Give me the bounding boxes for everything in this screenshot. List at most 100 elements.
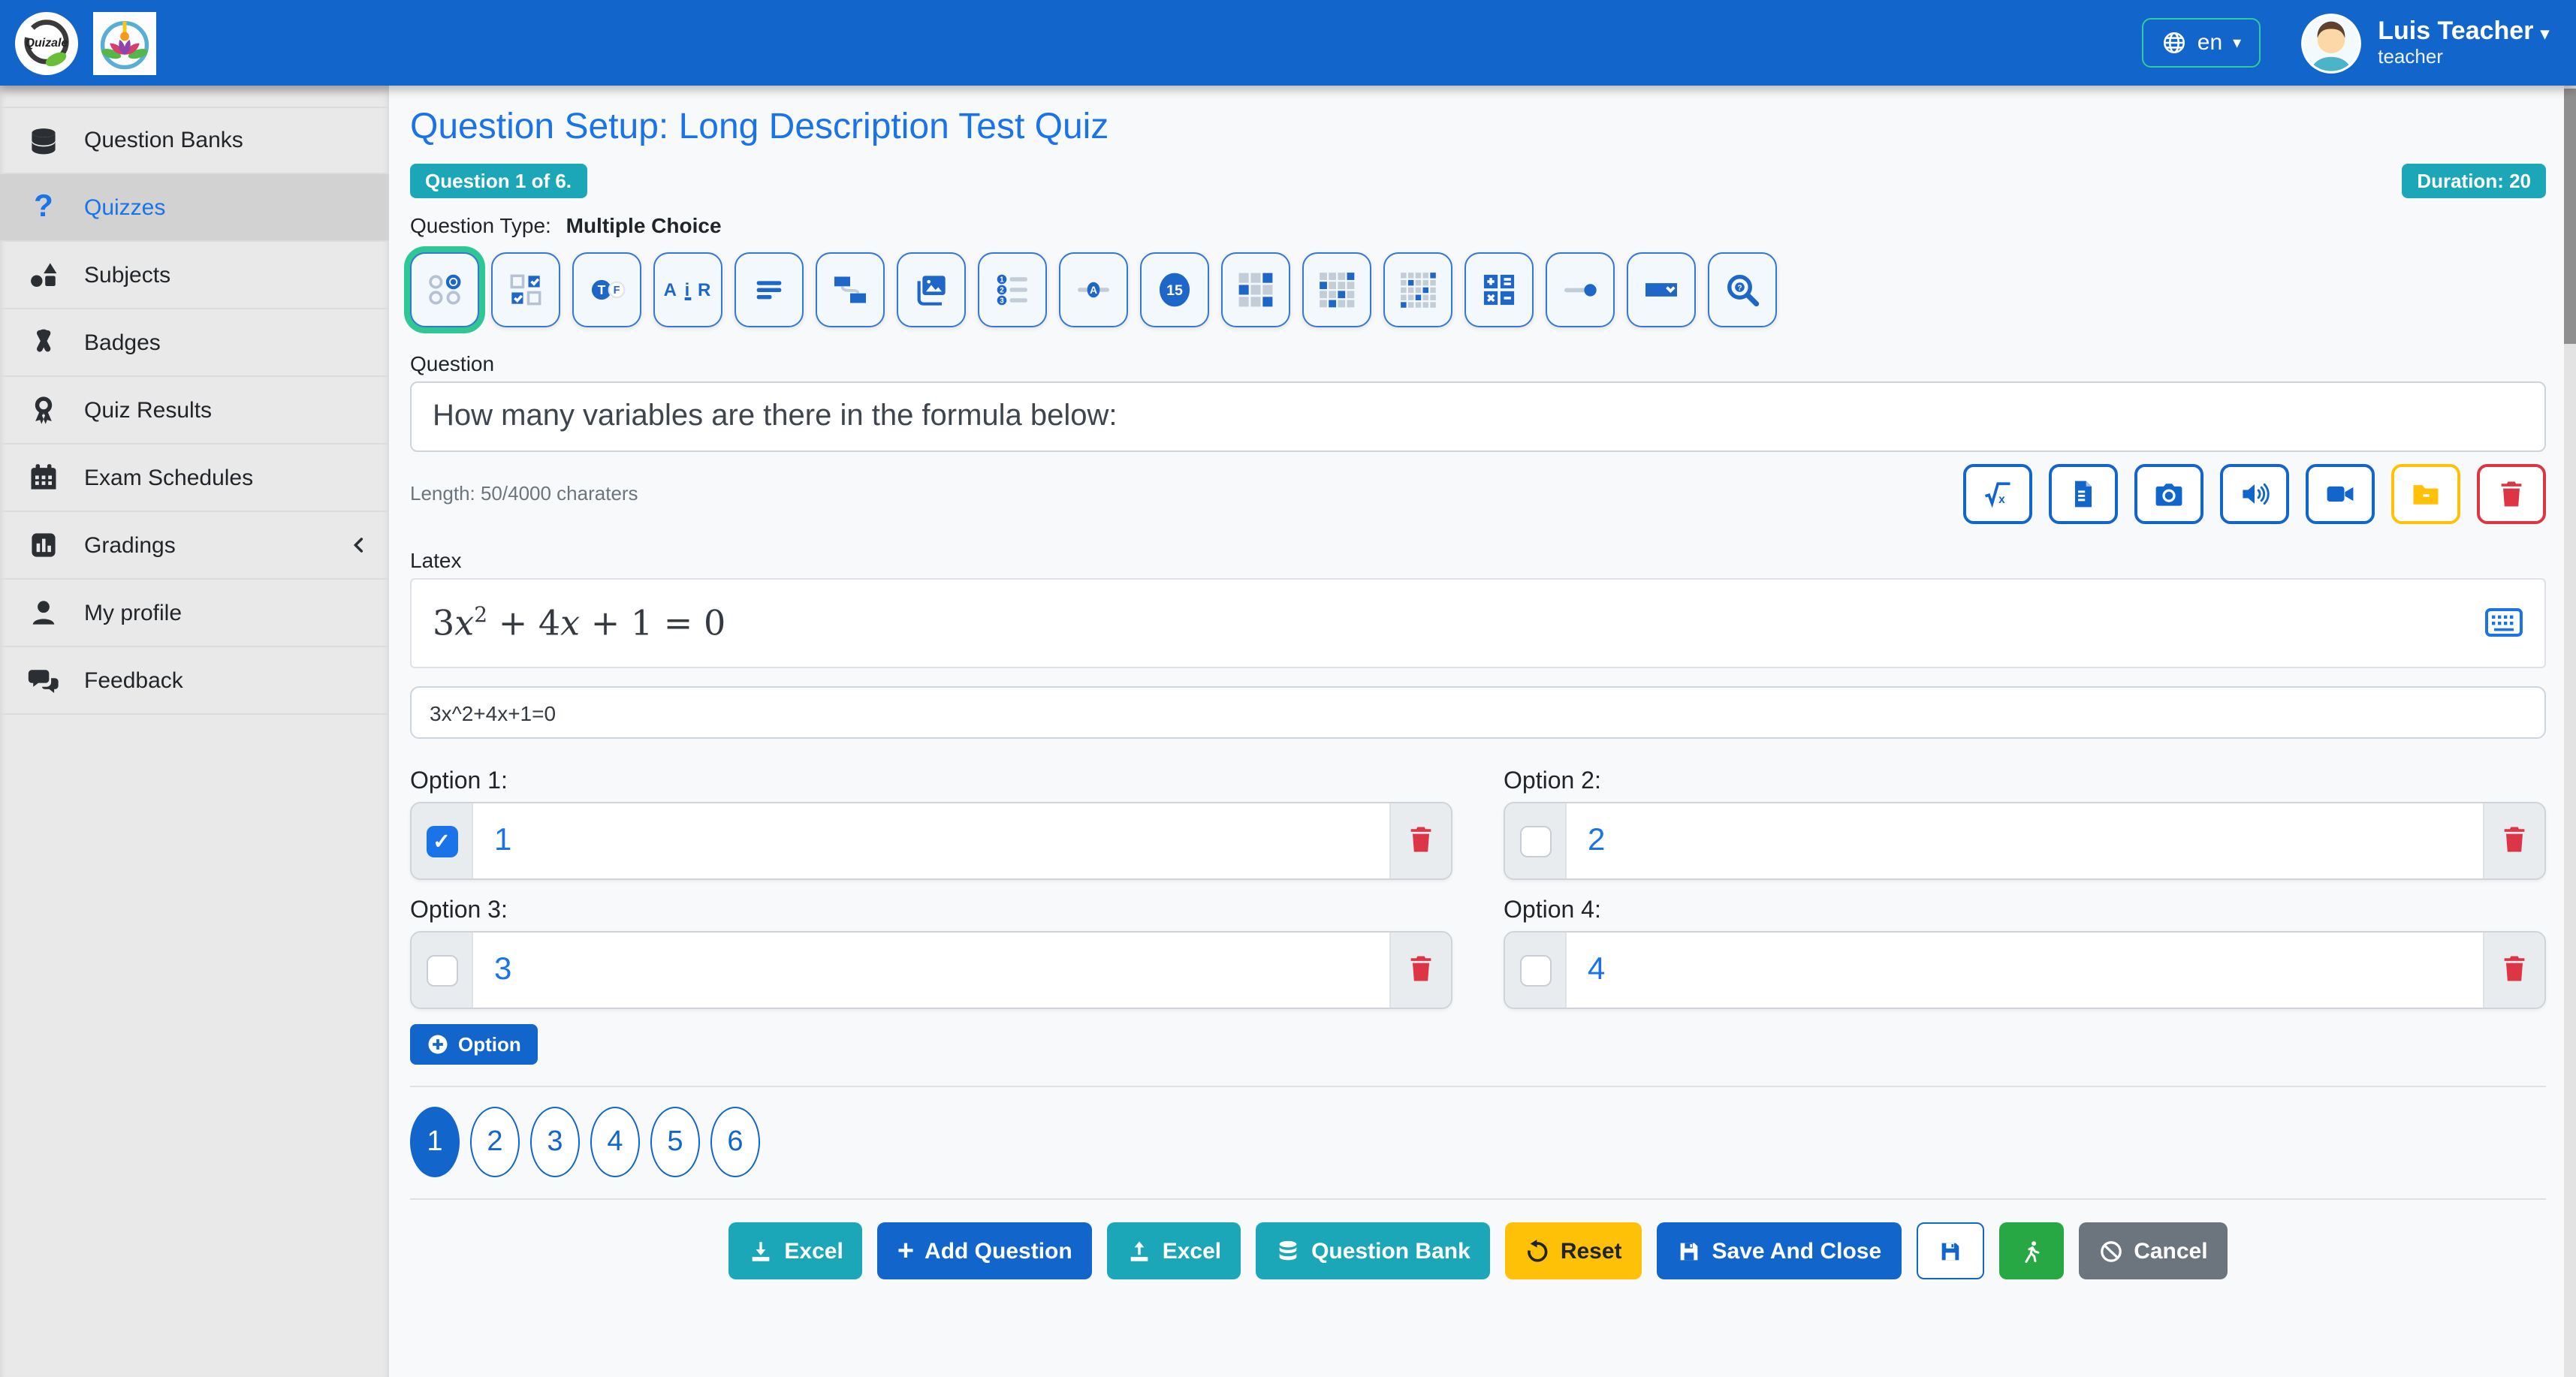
scrollbar-thumb[interactable] bbox=[2564, 89, 2576, 344]
option-label: Option 1: bbox=[410, 769, 1452, 796]
option-correct-checkbox[interactable] bbox=[1519, 954, 1551, 986]
download-icon bbox=[748, 1238, 774, 1264]
quizale-logo[interactable]: Quizale bbox=[15, 11, 78, 74]
type-search-question-button[interactable]: ? bbox=[1708, 252, 1777, 327]
type-multi-select-checkbox-button[interactable] bbox=[491, 252, 560, 327]
type-numeric-button[interactable]: 15 bbox=[1140, 252, 1209, 327]
option-value-input[interactable] bbox=[473, 952, 1389, 988]
option-value-input[interactable] bbox=[1567, 952, 2483, 988]
sidebar-item-badges[interactable]: Badges bbox=[0, 309, 389, 377]
user-role: teacher bbox=[2378, 47, 2549, 69]
type-matching-button[interactable] bbox=[816, 252, 885, 327]
option-correct-checkbox[interactable] bbox=[426, 954, 457, 986]
chevron-left-icon[interactable] bbox=[347, 533, 371, 557]
svg-text:?: ? bbox=[1737, 285, 1742, 293]
type-image-question-button[interactable] bbox=[897, 252, 966, 327]
type-slider-button[interactable] bbox=[1546, 252, 1615, 327]
delete-option-button[interactable] bbox=[2498, 952, 2531, 988]
option-correct-checkbox[interactable]: ✓ bbox=[426, 825, 457, 857]
length-counter: Length: 50/4000 charaters bbox=[410, 464, 638, 505]
delete-question-button[interactable] bbox=[2477, 464, 2546, 524]
video-camera-icon bbox=[2324, 478, 2357, 511]
scrollbar[interactable] bbox=[2564, 86, 2576, 1377]
page-button-1[interactable]: 1 bbox=[410, 1107, 460, 1177]
document-button[interactable] bbox=[2049, 464, 2118, 524]
folder-icon bbox=[2409, 478, 2442, 511]
sidebar-item-quizzes[interactable]: ? Quizzes bbox=[0, 174, 389, 242]
question-input[interactable] bbox=[410, 381, 2546, 452]
question-pagination: 1 2 3 4 5 6 bbox=[410, 1107, 2546, 1177]
delete-option-button[interactable] bbox=[2498, 823, 2531, 859]
cancel-button[interactable]: Cancel bbox=[2078, 1222, 2227, 1279]
sidebar-item-my-profile[interactable]: My profile bbox=[0, 580, 389, 647]
sidebar-item-quiz-results[interactable]: Quiz Results bbox=[0, 377, 389, 444]
svg-text:3: 3 bbox=[1000, 297, 1004, 306]
language-selector[interactable]: en ▾ bbox=[2142, 18, 2261, 68]
true-false-icon: TF bbox=[586, 269, 628, 311]
sidebar-item-feedback[interactable]: Feedback bbox=[0, 647, 389, 715]
math-formula-button[interactable]: x bbox=[1963, 464, 2032, 524]
reset-button[interactable]: Reset bbox=[1505, 1222, 1642, 1279]
type-fill-in-blank-button[interactable]: A i R bbox=[653, 252, 722, 327]
type-true-false-button[interactable]: TF bbox=[572, 252, 641, 327]
sidebar-item-exam-schedules[interactable]: Exam Schedules bbox=[0, 444, 389, 512]
question-type-picker: TF A i R 123 A 15 ? bbox=[410, 252, 2546, 327]
save-and-close-button[interactable]: Save And Close bbox=[1657, 1222, 1902, 1279]
type-essay-button[interactable] bbox=[734, 252, 804, 327]
type-slider-label-button[interactable]: A bbox=[1059, 252, 1128, 327]
camera-button[interactable] bbox=[2134, 464, 2203, 524]
type-math-operations-button[interactable] bbox=[1464, 252, 1534, 327]
excel-upload-button[interactable]: Excel bbox=[1107, 1222, 1241, 1279]
keyboard-icon[interactable] bbox=[2484, 607, 2523, 640]
excel-download-button[interactable]: Excel bbox=[728, 1222, 862, 1279]
save-button[interactable] bbox=[1916, 1222, 1983, 1279]
page-button-4[interactable]: 4 bbox=[590, 1107, 640, 1177]
add-question-button[interactable]: + Add Question bbox=[878, 1222, 1092, 1279]
folder-button[interactable] bbox=[2391, 464, 2460, 524]
audio-button[interactable] bbox=[2220, 464, 2289, 524]
user-menu[interactable]: Luis Teacher ▾ teacher bbox=[2378, 17, 2549, 69]
sidebar-item-question-banks[interactable]: Question Banks bbox=[0, 107, 389, 174]
slider-icon bbox=[1559, 269, 1601, 311]
question-bank-button[interactable]: Question Bank bbox=[1256, 1222, 1490, 1279]
type-dropdown-button[interactable] bbox=[1627, 252, 1696, 327]
language-code: en bbox=[2197, 30, 2222, 56]
delete-option-button[interactable] bbox=[1404, 823, 1437, 859]
sidebar-item-label: Quiz Results bbox=[84, 397, 212, 423]
page-button-2[interactable]: 2 bbox=[470, 1107, 520, 1177]
latex-label: Latex bbox=[410, 548, 2546, 572]
run-preview-button[interactable] bbox=[1998, 1222, 2063, 1279]
avatar[interactable] bbox=[2300, 11, 2363, 74]
sidebar-item-label: My profile bbox=[84, 600, 182, 625]
ribbon-icon bbox=[27, 326, 60, 359]
page-button-6[interactable]: 6 bbox=[710, 1107, 760, 1177]
runner-icon bbox=[2018, 1238, 2044, 1264]
sidebar-item-label: Subjects bbox=[84, 262, 170, 288]
type-ordering-button[interactable]: 123 bbox=[978, 252, 1047, 327]
svg-text:x: x bbox=[1998, 493, 2005, 506]
sidebar-item-subjects[interactable]: Subjects bbox=[0, 242, 389, 309]
type-grid-4x4-button[interactable] bbox=[1302, 252, 1371, 327]
option-input-group bbox=[410, 931, 1452, 1009]
svg-text:1: 1 bbox=[1000, 276, 1004, 285]
option-value-input[interactable] bbox=[1567, 823, 2483, 859]
magnifier-question-icon: ? bbox=[1721, 269, 1763, 311]
option-value-input[interactable] bbox=[473, 823, 1389, 859]
sidebar-item-gradings[interactable]: Gradings bbox=[0, 512, 389, 580]
quiz-question-setup-app: Quizale en ▾ Luis Teacher ▾ teacher Ques… bbox=[0, 0, 2576, 1377]
lotus-school-logo[interactable] bbox=[93, 11, 156, 74]
page-button-5[interactable]: 5 bbox=[650, 1107, 700, 1177]
calendar-icon bbox=[27, 461, 60, 494]
type-multiple-choice-radio-button[interactable] bbox=[410, 252, 479, 327]
option-correct-checkbox[interactable] bbox=[1519, 825, 1551, 857]
video-button[interactable] bbox=[2306, 464, 2375, 524]
matching-icon bbox=[829, 269, 871, 311]
type-grid-3x3-button[interactable] bbox=[1221, 252, 1290, 327]
latex-source-input[interactable] bbox=[410, 686, 2546, 739]
add-option-button[interactable]: Option bbox=[410, 1024, 538, 1065]
type-grid-5x5-button[interactable] bbox=[1383, 252, 1452, 327]
svg-text:F: F bbox=[614, 285, 620, 297]
delete-option-button[interactable] bbox=[1404, 952, 1437, 988]
page-button-3[interactable]: 3 bbox=[530, 1107, 580, 1177]
speaker-icon bbox=[2238, 478, 2271, 511]
